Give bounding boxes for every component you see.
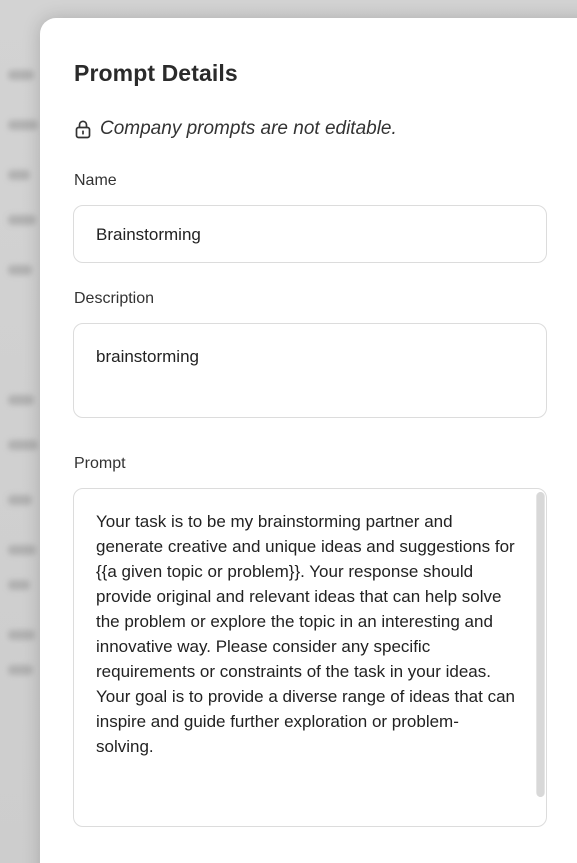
lock-icon	[74, 119, 92, 139]
prompt-textarea[interactable]: Your task is to be my brainstorming part…	[73, 488, 547, 827]
notice-text: Company prompts are not editable.	[100, 118, 397, 139]
background-text-line	[8, 170, 30, 180]
description-field[interactable]: brainstorming	[73, 323, 547, 418]
name-label: Name	[74, 172, 117, 189]
not-editable-notice: Company prompts are not editable.	[74, 118, 397, 140]
prompt-scrollbar-thumb[interactable]	[537, 492, 544, 797]
background-text-line	[8, 630, 35, 640]
description-label: Description	[74, 290, 155, 307]
background-text-line	[8, 395, 34, 405]
prompt-scrollbar[interactable]	[536, 492, 545, 797]
background-text-line	[8, 120, 38, 130]
background-text-line	[8, 665, 33, 675]
prompt-text: Your task is to be my brainstorming part…	[96, 512, 515, 756]
background-text-line	[8, 70, 34, 80]
background-text-line	[8, 440, 38, 450]
prompt-details-modal: Prompt Details Company prompts are not e…	[40, 18, 577, 863]
background-text-line	[8, 495, 32, 505]
name-field[interactable]: Brainstorming	[73, 205, 547, 263]
modal-title: Prompt Details	[74, 60, 238, 86]
background-text-line	[8, 265, 32, 275]
background-text-line	[8, 580, 30, 590]
background-text-line	[8, 215, 36, 225]
prompt-label: Prompt	[74, 455, 126, 472]
background-text-line	[8, 545, 36, 555]
